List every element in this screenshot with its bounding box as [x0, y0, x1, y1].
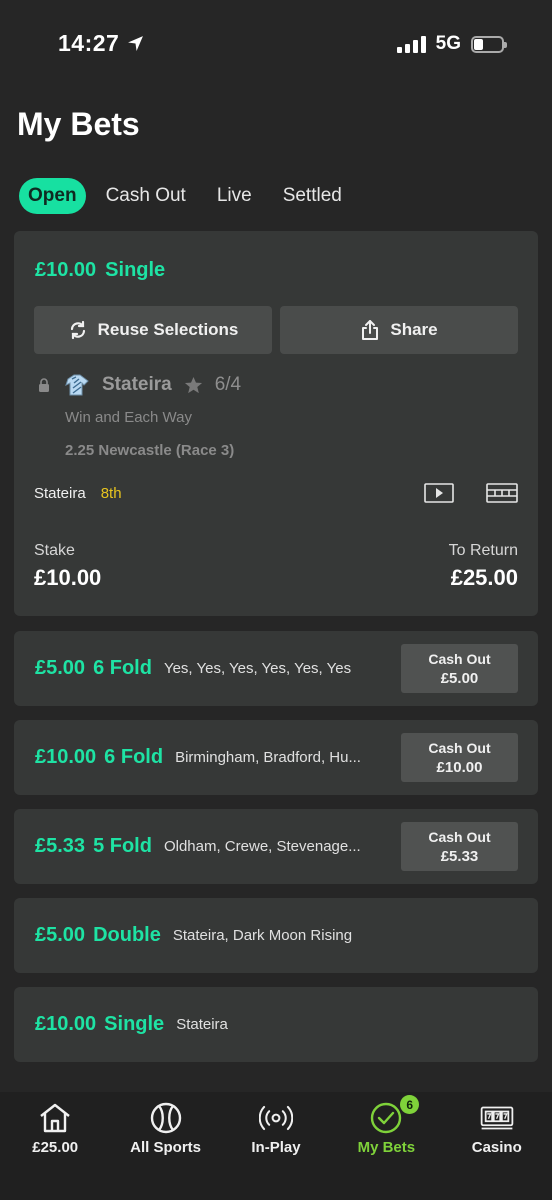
stake-label: Stake [34, 542, 75, 559]
cash-out-label: Cash Out [428, 828, 491, 845]
check-circle-icon [369, 1101, 403, 1135]
bet-card[interactable]: £10.00 Single Stateira [14, 987, 538, 1062]
bet-summary: £5.00 Double Stateira, Dark Moon Rising [35, 898, 352, 973]
share-button[interactable]: Share [280, 306, 518, 354]
share-icon [362, 320, 379, 340]
bet-selections: Birmingham, Bradford, Hu... [175, 749, 361, 766]
stake-value: £10.00 [34, 565, 102, 590]
nav-in-play[interactable]: In-Play [221, 1092, 331, 1200]
media-icons [424, 483, 518, 503]
bet-amount: £10.00 [35, 259, 97, 281]
selection-odds: 6/4 [214, 374, 242, 395]
bet-amount: £5.33 [35, 835, 86, 857]
tab-live[interactable]: Live [206, 178, 263, 214]
network-label: 5G [435, 33, 461, 54]
reuse-selections-label: Reuse Selections [97, 320, 239, 339]
clock-text: 14:27 [58, 30, 120, 56]
nav-casino[interactable]: Casino [442, 1092, 552, 1200]
home-icon [38, 1101, 72, 1135]
bet-summary: £5.00 6 Fold Yes, Yes, Yes, Yes, Yes, Ye… [35, 631, 351, 706]
battery-icon [471, 35, 507, 53]
nav-all-sports[interactable]: All Sports [110, 1092, 220, 1200]
nav-my-bets-badge: 6 [400, 1095, 420, 1114]
bet-amount: £5.00 [35, 657, 86, 679]
result-row: Stateira 8th [34, 485, 122, 502]
cash-out-label: Cash Out [428, 650, 491, 667]
selection-name: Stateira [102, 374, 172, 395]
tab-settled[interactable]: Settled [272, 178, 353, 214]
bet-selections: Yes, Yes, Yes, Yes, Yes, Yes [163, 660, 352, 677]
cash-out-button[interactable]: Cash Out £10.00 [401, 733, 518, 782]
bet-amount: £10.00 [35, 1013, 97, 1035]
bet-selections: Stateira [176, 1016, 228, 1033]
cash-out-button[interactable]: Cash Out £5.00 [401, 644, 518, 693]
refresh-icon [70, 320, 85, 340]
slot-machine-icon [480, 1101, 514, 1135]
bet-type: Single [104, 1013, 165, 1035]
bet-type: Single [105, 259, 166, 281]
page-title: My Bets [17, 106, 140, 142]
lock-icon [39, 378, 49, 392]
nav-casino-label: Casino [471, 1139, 522, 1156]
bet-selections: Oldham, Crewe, Stevenage... [163, 838, 361, 855]
jockey-silks-icon [65, 374, 89, 396]
bet-summary: £10.00 6 Fold Birmingham, Bradford, Hu..… [35, 720, 361, 795]
bet-type: Double [93, 924, 161, 946]
status-indicators: 5G [396, 33, 507, 55]
bet-card[interactable]: £5.33 5 Fold Oldham, Crewe, Stevenage...… [14, 809, 538, 884]
broadcast-icon [258, 1101, 293, 1135]
bet-type: 5 Fold [93, 835, 152, 857]
bet-tabs: Open Cash Out Live Settled [19, 178, 362, 214]
nav-in-play-label: In-Play [251, 1139, 301, 1156]
bet-card[interactable]: £10.00 6 Fold Birmingham, Bradford, Hu..… [14, 720, 538, 795]
location-arrow-icon [128, 36, 144, 51]
cash-out-value: £10.00 [436, 758, 483, 776]
bet-amount: £5.00 [35, 924, 86, 946]
cash-out-value: £5.33 [440, 847, 479, 865]
bet-card-expanded[interactable]: £10.00 Single Reuse Selections Share Sta… [14, 231, 538, 616]
bet-selections: Stateira, Dark Moon Rising [172, 927, 353, 944]
video-play-icon[interactable] [424, 483, 454, 503]
nav-my-bets[interactable]: 6 My Bets [331, 1092, 441, 1200]
status-time: 14:27 [58, 30, 144, 57]
bet-summary: £10.00 Single Stateira [35, 987, 228, 1062]
nav-home[interactable]: £25.00 [0, 1092, 110, 1200]
nav-all-sports-label: All Sports [130, 1139, 201, 1156]
star-icon[interactable] [184, 376, 203, 395]
cash-out-label: Cash Out [428, 739, 491, 756]
bet-title: £10.00 Single [35, 259, 165, 282]
cash-out-value: £5.00 [440, 669, 479, 687]
selection-row: Stateira 6/4 [38, 373, 241, 397]
nav-my-bets-label: My Bets [357, 1139, 416, 1156]
share-label: Share [390, 320, 438, 339]
race-text: 2.25 Newcastle (Race 3) [65, 442, 235, 459]
racecard-icon[interactable] [486, 483, 518, 503]
market-text: Win and Each Way [65, 409, 192, 426]
bet-type: 6 Fold [93, 657, 152, 679]
result-horse-name: Stateira [34, 485, 86, 502]
reuse-selections-button[interactable]: Reuse Selections [34, 306, 272, 354]
bottom-nav: £25.00 All Sports In-Play 6 My Bets Casi… [0, 1092, 552, 1200]
tennis-ball-icon [149, 1101, 183, 1135]
return-value: £25.00 [450, 565, 518, 590]
bet-type: 6 Fold [104, 746, 164, 768]
tab-cash-out[interactable]: Cash Out [95, 178, 197, 214]
return-label: To Return [448, 542, 518, 559]
bet-card[interactable]: £5.00 Double Stateira, Dark Moon Rising [14, 898, 538, 973]
bet-summary: £5.33 5 Fold Oldham, Crewe, Stevenage... [35, 809, 361, 884]
nav-home-label: £25.00 [32, 1139, 79, 1156]
status-bar: 14:27 5G [0, 0, 552, 92]
cash-out-button[interactable]: Cash Out £5.33 [401, 822, 518, 871]
bet-amount: £10.00 [35, 746, 97, 768]
tab-open[interactable]: Open [19, 178, 86, 214]
bet-card[interactable]: £5.00 6 Fold Yes, Yes, Yes, Yes, Yes, Ye… [14, 631, 538, 706]
signal-icon [396, 35, 426, 53]
result-position: 8th [100, 485, 122, 502]
